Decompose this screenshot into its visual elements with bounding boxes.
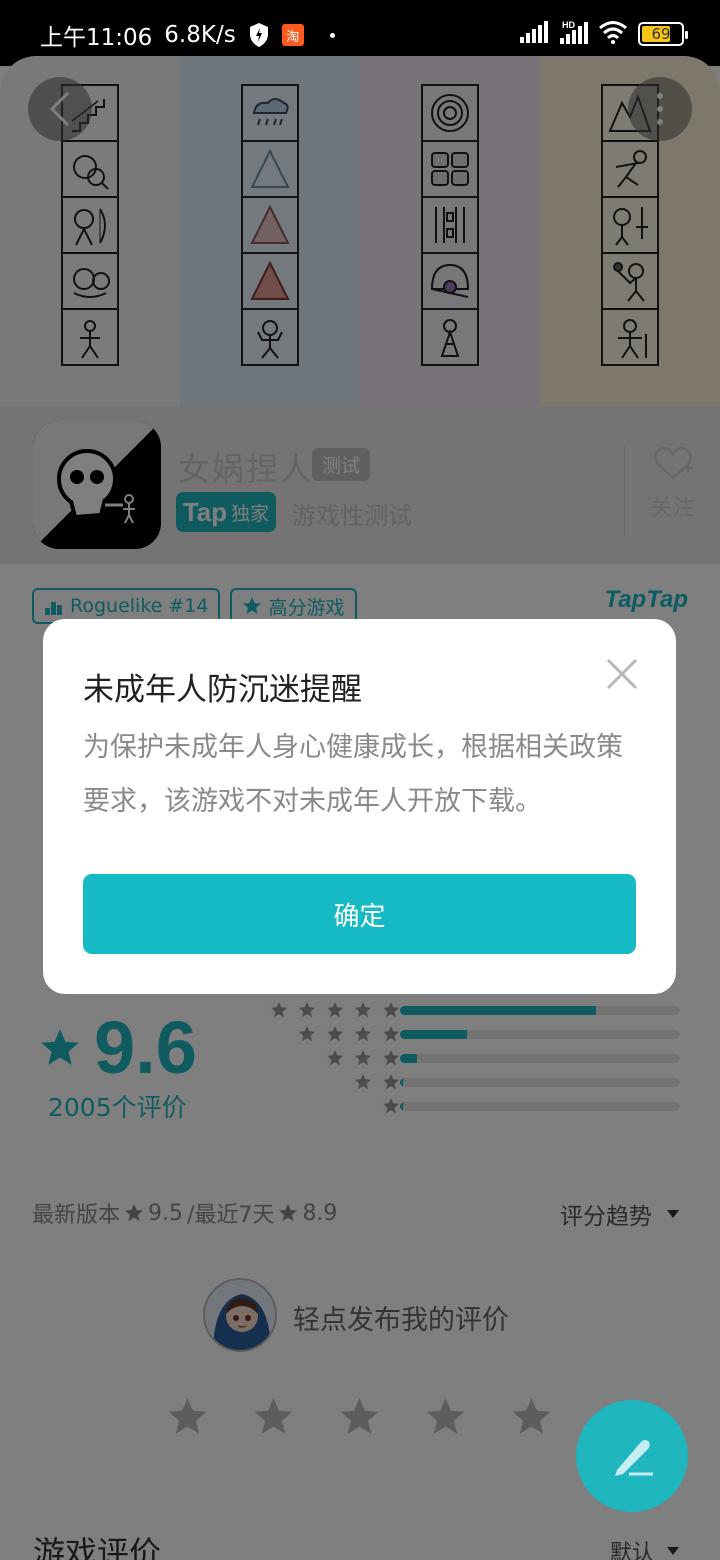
dialog-title: 未成年人防沉迷提醒: [83, 672, 362, 708]
battery-icon: 69: [638, 22, 688, 46]
network-speed: 6.8K/s: [164, 22, 236, 48]
shield-icon: [248, 22, 270, 48]
wifi-icon: [598, 20, 628, 48]
close-button[interactable]: [605, 657, 639, 691]
status-time: 上午11:06: [40, 25, 153, 51]
battery-level: 69: [651, 25, 671, 43]
anti-addiction-dialog: 未成年人防沉迷提醒 为保护未成年人身心健康成长，根据相关政策要求，该游戏不对未成…: [43, 619, 676, 994]
hd-signal-icon: HD: [558, 20, 588, 48]
confirm-button[interactable]: 确定: [83, 874, 636, 954]
notification-dot-icon: [329, 32, 335, 38]
pen-icon: [615, 1440, 653, 1476]
close-icon: [606, 658, 638, 690]
signal-icon: [520, 21, 548, 47]
dialog-message: 为保护未成年人身心健康成长，根据相关政策要求，该游戏不对未成年人开放下载。: [83, 732, 623, 817]
write-review-fab[interactable]: [576, 1400, 688, 1512]
svg-text:HD: HD: [562, 20, 575, 30]
taobao-icon: 淘: [281, 24, 304, 46]
